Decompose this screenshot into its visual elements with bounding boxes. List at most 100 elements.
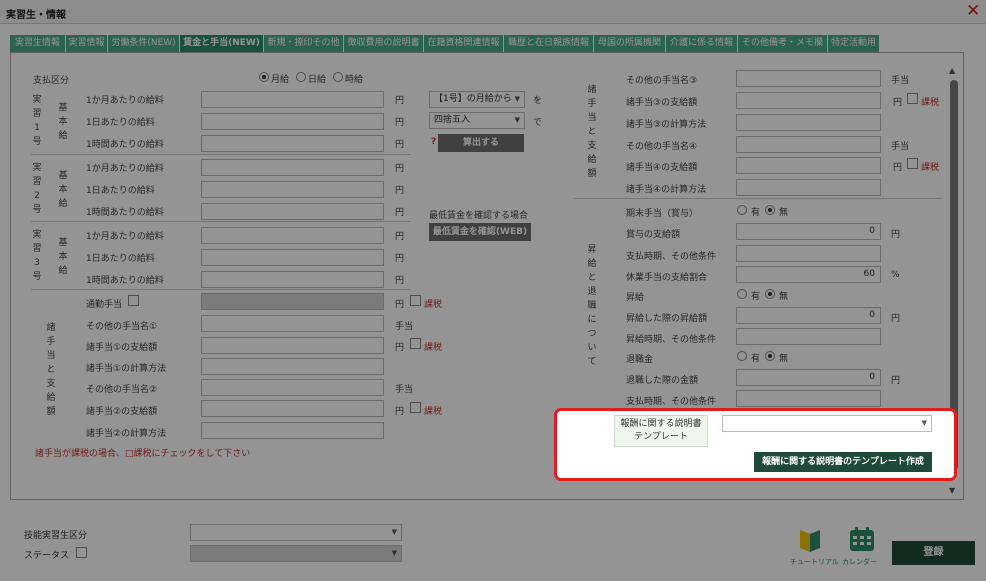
tab-care-info[interactable]: 介護に係る情報 — [666, 35, 738, 52]
group-label-base-pay-2: 基本給 — [58, 171, 68, 209]
grade3-daily-label: 1日あたりの給料 — [86, 254, 155, 264]
allowance3-amount-input[interactable] — [736, 92, 881, 109]
allowance4-name-input[interactable] — [736, 136, 881, 153]
group-label-base-pay-1: 基本給 — [58, 103, 68, 141]
commute-tax-checkbox[interactable] — [410, 295, 421, 306]
tab-new-seal-other[interactable]: 新規・捺印その他 — [264, 35, 344, 52]
beginner-mark-icon — [800, 530, 820, 552]
allowance4-tax-checkbox[interactable] — [907, 158, 918, 169]
tab-specified-activity[interactable]: 特定活動用 — [828, 35, 880, 52]
template-select[interactable]: ▼ — [722, 415, 932, 432]
grade2-monthly-input[interactable] — [201, 159, 384, 176]
help-icon[interactable]: ? — [431, 137, 436, 147]
status-checkbox[interactable] — [76, 547, 87, 558]
status-select[interactable]: ▼ — [190, 545, 402, 562]
radio-hourly[interactable] — [333, 72, 343, 82]
bonus-timing-input[interactable] — [736, 245, 881, 262]
retire-timing-label: 支払時期、その他条件 — [626, 397, 717, 407]
calendar-button[interactable] — [848, 526, 876, 555]
raise-timing-input[interactable] — [736, 328, 881, 345]
allowance4-calc-label: 諸手当④の計算方法 — [626, 185, 707, 195]
allowance2-name-input[interactable] — [201, 379, 384, 396]
calculate-button[interactable]: 算出する — [438, 134, 524, 152]
tab-status-info[interactable]: 在籍資格関連情報 — [424, 35, 504, 52]
register-button[interactable]: 登録 — [892, 541, 975, 565]
trainee-class-select[interactable]: ▼ — [190, 524, 402, 541]
radio-monthly[interactable] — [259, 72, 269, 82]
grade1-daily-label: 1日あたりの給料 — [86, 118, 155, 128]
leave-allowance-input[interactable]: 60 — [736, 266, 881, 283]
close-icon[interactable]: ✕ — [966, 1, 980, 21]
radio-daily[interactable] — [296, 72, 306, 82]
tab-training-info[interactable]: 実習情報 — [66, 35, 108, 52]
allowance4-amount-input[interactable] — [736, 157, 881, 174]
allowance4-calc-input[interactable] — [736, 179, 881, 196]
tab-labor-conditions[interactable]: 労働条件(NEW) — [108, 35, 180, 52]
allowance1-calc-input[interactable] — [201, 358, 384, 375]
raise-no-radio[interactable] — [765, 289, 775, 299]
chevron-down-icon: ▼ — [391, 528, 397, 536]
allowance1-calc-label: 諸手当①の計算方法 — [86, 364, 167, 374]
rounding-select[interactable]: 四捨五入 ▼ — [429, 112, 525, 129]
allowance1-tax-checkbox[interactable] — [410, 338, 421, 349]
tab-career-relatives[interactable]: 職歴と在日親族情報 — [504, 35, 594, 52]
chevron-down-icon: ▼ — [514, 116, 520, 124]
tab-home-organization[interactable]: 母国の所属機関 — [594, 35, 666, 52]
tab-student-info[interactable]: 実習生情報 — [10, 35, 66, 52]
divider — [31, 221, 411, 222]
calendar-icon — [850, 527, 874, 551]
grade1-monthly-label: 1か月あたりの給料 — [86, 96, 164, 106]
bonus-yes-radio[interactable] — [737, 205, 747, 215]
grade3-hourly-input[interactable] — [201, 271, 384, 288]
grade2-daily-input[interactable] — [201, 181, 384, 198]
grade3-monthly-input[interactable] — [201, 227, 384, 244]
commute-allowance-checkbox[interactable] — [128, 295, 139, 306]
allowance1-name-input[interactable] — [201, 315, 384, 332]
tab-wages-allowances[interactable]: 賃金と手当(NEW) — [180, 35, 264, 52]
payment-type-label: 支払区分 — [33, 76, 70, 86]
scroll-down-icon[interactable]: ▼ — [949, 486, 955, 495]
allowance3-name-input[interactable] — [736, 70, 881, 87]
raise-no-label: 無 — [779, 292, 789, 302]
raise-yes-radio[interactable] — [737, 289, 747, 299]
bonus-amount-input[interactable]: 0 — [736, 223, 881, 240]
grade2-daily-unit: 円 — [395, 186, 405, 196]
bonus-label: 期末手当（賞与） — [626, 209, 699, 219]
allowance2-tax-checkbox[interactable] — [410, 402, 421, 413]
commute-allowance-label: 通勤手当 — [86, 300, 123, 310]
create-template-button[interactable]: 報酬に関する説明書のテンプレート作成 — [754, 452, 932, 472]
tab-notes-memo[interactable]: その他備考・メモ欄 — [738, 35, 828, 52]
allowance2-amount-input[interactable] — [201, 400, 384, 417]
radio-monthly-label: 月給 — [271, 75, 290, 85]
grade3-daily-input[interactable] — [201, 249, 384, 266]
calc-basis-select[interactable]: 【1号】の月給から ▼ — [429, 91, 525, 108]
scroll-up-icon[interactable]: ▲ — [949, 66, 955, 75]
grade1-daily-input[interactable] — [201, 113, 384, 130]
retire-amount-input[interactable]: 0 — [736, 369, 881, 386]
grade2-hourly-unit: 円 — [395, 208, 405, 218]
bonus-no-radio[interactable] — [765, 205, 775, 215]
tab-cost-explanation[interactable]: 徴収費用の説明書 — [344, 35, 424, 52]
grade1-monthly-input[interactable] — [201, 91, 384, 108]
allowance3-tax-checkbox[interactable] — [907, 93, 918, 104]
allowance4-name-unit: 手当 — [891, 142, 910, 152]
retire-amount-unit: 円 — [891, 376, 901, 386]
grade2-hourly-input[interactable] — [201, 203, 384, 220]
allowance3-calc-input[interactable] — [736, 114, 881, 131]
allowance2-amount-unit: 円 — [395, 407, 405, 417]
retire-timing-input[interactable] — [736, 390, 881, 407]
retire-yes-radio[interactable] — [737, 351, 747, 361]
minwage-check-button[interactable]: 最低賃金を確認(WEB) — [429, 223, 531, 241]
calc-basis-suffix: を — [533, 96, 543, 106]
allowance1-amount-input[interactable] — [201, 337, 384, 354]
allowance2-calc-input[interactable] — [201, 422, 384, 439]
retire-no-label: 無 — [779, 354, 789, 364]
dialog-window: 実習生・情報 ✕ 実習生情報 実習情報 労働条件(NEW) 賃金と手当(NEW)… — [0, 0, 986, 581]
raise-amount-input[interactable]: 0 — [736, 307, 881, 324]
grade1-hourly-input[interactable] — [201, 135, 384, 152]
trainee-class-label-text: 技能実習生区分 — [24, 531, 88, 541]
retire-no-radio[interactable] — [765, 351, 775, 361]
commute-allowance-input[interactable] — [201, 293, 384, 310]
commute-tax-label: 課税 — [424, 300, 443, 310]
tutorial-button[interactable] — [795, 526, 825, 557]
